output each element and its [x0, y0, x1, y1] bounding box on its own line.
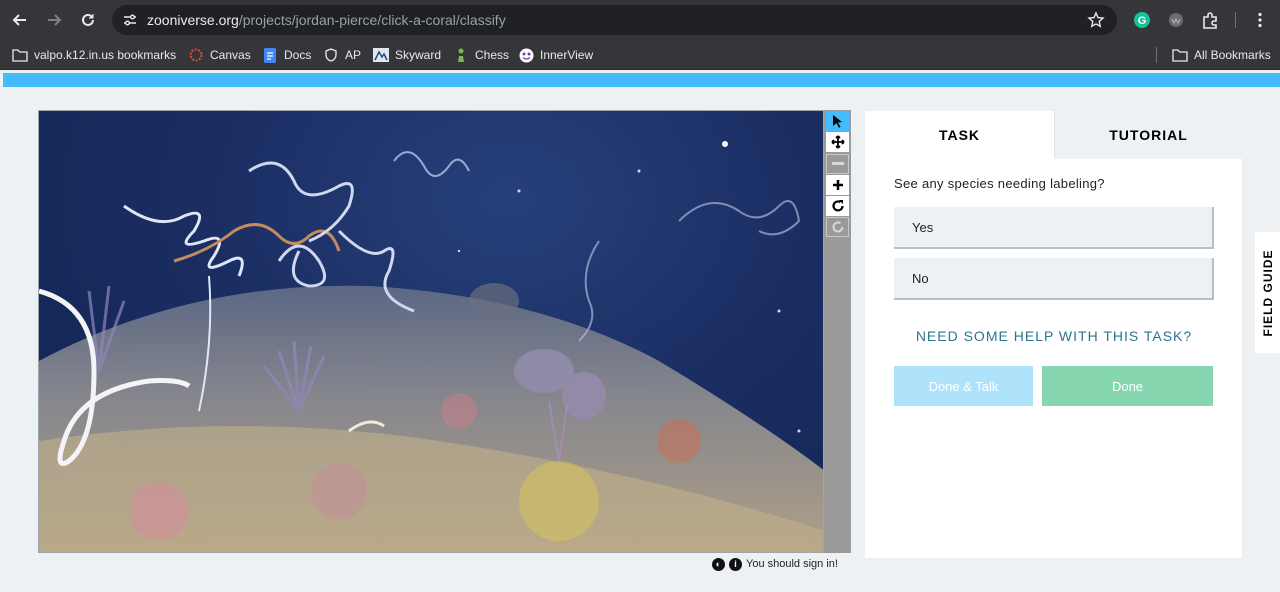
folder-icon — [1172, 47, 1188, 63]
bookmark-star-icon[interactable] — [1087, 11, 1105, 29]
bookmark-docs[interactable]: Docs — [262, 47, 311, 63]
bookmark-label: Canvas — [210, 48, 251, 62]
bookmark-label: valpo.k12.in.us bookmarks — [34, 48, 177, 62]
sign-in-text: You should sign in! — [746, 558, 838, 570]
reset-button[interactable] — [826, 217, 849, 237]
bookmark-label: Chess — [475, 48, 510, 62]
move-tool-button[interactable] — [826, 132, 849, 152]
canvas-icon — [188, 47, 204, 63]
browser-toolbar: zooniverse.org/projects/jordan-pierce/cl… — [0, 0, 1280, 40]
image-toolbar — [824, 110, 851, 553]
skyward-icon — [373, 47, 389, 63]
bookmark-innerview[interactable]: InnerView — [518, 47, 593, 63]
zoom-in-button[interactable] — [826, 175, 849, 195]
site-settings-icon[interactable] — [122, 12, 138, 28]
pointer-icon — [832, 115, 842, 128]
forward-button[interactable] — [42, 8, 66, 32]
plus-icon — [832, 180, 843, 190]
info-icon[interactable]: i — [729, 557, 742, 571]
answer-no-button[interactable]: No — [894, 258, 1214, 300]
url-text: zooniverse.org/projects/jordan-pierce/cl… — [147, 12, 506, 28]
bookmark-label: InnerView — [540, 48, 594, 62]
url-host: zooniverse.org — [147, 12, 239, 28]
ap-icon — [323, 47, 339, 63]
extensions-puzzle-icon[interactable] — [1200, 10, 1220, 30]
docs-icon — [262, 47, 278, 63]
done-button[interactable]: Done — [1042, 366, 1213, 406]
pointer-tool-button[interactable] — [826, 111, 849, 131]
underwater-coral-scene — [39, 141, 823, 552]
bookmark-label: AP — [345, 48, 362, 62]
task-tabs: TASK TUTORIAL — [865, 111, 1242, 159]
extension-icon[interactable] — [1166, 10, 1186, 30]
all-bookmarks[interactable]: All Bookmarks — [1172, 47, 1271, 63]
bookmark-chess[interactable]: Chess — [453, 47, 509, 63]
task-panel: TASK TUTORIAL See any species needing la… — [865, 111, 1242, 558]
chess-icon — [453, 47, 469, 63]
menu-kebab-icon[interactable] — [1250, 10, 1270, 30]
bookmarks-divider — [1156, 47, 1157, 63]
bookmark-canvas[interactable]: Canvas — [188, 47, 251, 63]
url-path: /projects/jordan-pierce/click-a-coral/cl… — [238, 12, 506, 28]
move-icon — [830, 135, 845, 149]
task-help-link[interactable]: NEED SOME HELP WITH THIS TASK? — [894, 328, 1214, 344]
reset-icon — [832, 221, 843, 233]
bookmark-skyward[interactable]: Skyward — [373, 47, 441, 63]
field-guide-label: FIELD GUIDE — [1260, 248, 1275, 337]
back-button[interactable] — [8, 8, 32, 32]
tab-tutorial[interactable]: TUTORIAL — [1054, 111, 1242, 159]
task-question: See any species needing labeling? — [894, 176, 1105, 191]
site-header-strip — [3, 73, 1280, 87]
bookmarks-bar: valpo.k12.in.us bookmarks Canvas Docs AP… — [0, 40, 1280, 70]
sign-in-notice: ◐ i You should sign in! — [712, 556, 838, 572]
tab-task[interactable]: TASK — [865, 111, 1054, 159]
toolbar-divider — [1235, 12, 1236, 28]
answer-yes-button[interactable]: Yes — [894, 207, 1214, 249]
folder-icon — [12, 47, 28, 63]
contrast-icon[interactable]: ◐ — [712, 557, 725, 571]
done-and-talk-button[interactable]: Done & Talk — [894, 366, 1033, 406]
bookmark-label: Skyward — [395, 48, 442, 62]
minus-icon — [831, 162, 844, 165]
innerview-icon — [518, 47, 534, 63]
bookmark-valpo[interactable]: valpo.k12.in.us bookmarks — [12, 47, 176, 63]
bookmark-ap[interactable]: AP — [323, 47, 361, 63]
rotate-button[interactable] — [826, 196, 849, 216]
grammarly-icon[interactable]: G — [1132, 10, 1152, 30]
rotate-icon — [831, 200, 844, 212]
bookmark-label: Docs — [284, 48, 312, 62]
reload-button[interactable] — [76, 8, 100, 32]
svg-text:G: G — [1138, 15, 1147, 27]
subject-image[interactable] — [38, 110, 824, 553]
field-guide-tab[interactable]: FIELD GUIDE — [1255, 232, 1280, 353]
all-bookmarks-label: All Bookmarks — [1194, 48, 1271, 62]
address-bar[interactable]: zooniverse.org/projects/jordan-pierce/cl… — [112, 5, 1117, 35]
zoom-out-button[interactable] — [826, 154, 849, 174]
